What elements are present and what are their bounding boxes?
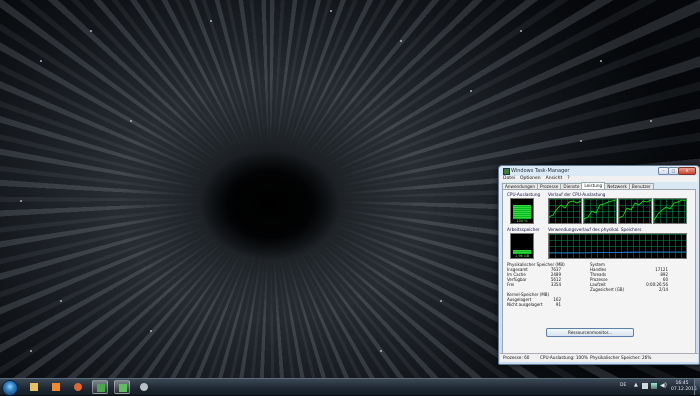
star	[60, 300, 62, 302]
taskbar: DE ▲ ◀) 16:45 07.12.2015	[0, 378, 700, 396]
cpu-usage-value: 100 %	[516, 219, 528, 223]
close-button[interactable]: ✕	[678, 167, 696, 175]
star	[330, 10, 332, 12]
show-desktop-button[interactable]	[694, 379, 700, 395]
cpu-core-line-2	[584, 199, 616, 220]
star	[650, 120, 652, 122]
status-cpu: CPU-Auslastung: 100%	[540, 355, 588, 360]
star	[30, 350, 32, 352]
task-manager-window[interactable]: Windows Task-Manager – □ ✕ Datei Optione…	[498, 165, 700, 365]
resource-monitor-button[interactable]: Ressourcenmonitor...	[546, 328, 634, 337]
menu-ansicht[interactable]: Ansicht	[546, 176, 563, 182]
task-manager-icon	[119, 384, 127, 392]
cpu-core-line-1	[549, 200, 581, 218]
star	[520, 30, 522, 32]
memory-history-label: Verwendungsverlauf des physikal. Speiche…	[548, 227, 642, 232]
star	[150, 330, 152, 332]
star	[600, 60, 602, 62]
clock-time[interactable]: 16:45	[671, 381, 693, 386]
status-memory: Physikalischer Speicher: 26%	[590, 355, 652, 360]
menu-help[interactable]: ?	[567, 176, 569, 182]
taskbar-task-manager-button[interactable]	[114, 380, 130, 394]
taskbar-explorer-button[interactable]	[26, 380, 42, 394]
cpu-core-graph-3	[618, 198, 652, 224]
media-player-icon	[52, 383, 60, 391]
star	[470, 90, 472, 92]
cpu-history-label: Verlauf der CPU-Auslastung	[548, 192, 606, 197]
memory-history-graph	[548, 233, 687, 259]
window-titlebar[interactable]: Windows Task-Manager – □ ✕	[499, 166, 699, 175]
tray-expand-icon[interactable]: ▲	[634, 382, 638, 388]
explorer-icon	[30, 383, 38, 391]
memory-meter: 1,96 GB	[510, 233, 534, 259]
taskbar-media-button[interactable]	[48, 380, 64, 394]
cpu-usage-meter: 100 %	[510, 198, 534, 224]
cpu-core-graph-1	[548, 198, 582, 224]
menu-datei[interactable]: Datei	[503, 176, 515, 182]
system-row-value: 2/14	[659, 287, 668, 292]
star	[130, 120, 132, 122]
task-manager-app-icon	[503, 168, 510, 175]
taskbar-solitaire-button[interactable]	[92, 380, 108, 394]
star	[20, 200, 22, 202]
cpu-core-graph-2	[583, 198, 617, 224]
cpu-core-line-3	[619, 199, 651, 219]
cpu-core-graph-4	[653, 198, 687, 224]
kernel-row-label: Nicht ausgelagert	[507, 302, 543, 307]
star	[440, 300, 442, 302]
action-center-icon[interactable]	[642, 383, 648, 389]
system-block: System Handles 17121 Threads 892 Prozesse 6…	[590, 262, 668, 292]
star	[90, 30, 92, 32]
cpu-usage-bar	[513, 205, 531, 219]
cpu-core-line-4	[654, 199, 686, 221]
star	[400, 40, 402, 42]
firefox-icon	[74, 383, 82, 391]
star	[580, 140, 582, 142]
volume-icon[interactable]: ◀)	[660, 383, 667, 389]
star	[40, 60, 42, 62]
taskbar-firefox-button[interactable]	[70, 380, 86, 394]
language-indicator[interactable]: DE	[620, 383, 626, 388]
network-icon[interactable]	[651, 383, 657, 389]
phys-row-label: Frei	[507, 282, 515, 287]
star	[380, 350, 382, 352]
memory-history-line	[549, 251, 686, 254]
status-bar: Prozesse: 60 CPU-Auslastung: 100% Physik…	[500, 353, 698, 362]
window-title: Windows Task-Manager	[511, 168, 570, 174]
menu-optionen[interactable]: Optionen	[520, 176, 541, 182]
status-processes: Prozesse: 60	[503, 355, 530, 360]
kernel-row-value: 91	[555, 302, 561, 307]
taskbar-app-button[interactable]	[136, 380, 152, 394]
system-row-label: Zugesichert (GB)	[590, 287, 625, 292]
memory-value: 1,96 GB	[514, 254, 530, 258]
clock-date[interactable]: 07.12.2015	[671, 387, 697, 392]
performance-panel: CPU-Auslastung 100 % Verlauf der CPU-Aus…	[502, 189, 696, 354]
solitaire-icon	[97, 384, 105, 392]
memory-label: Arbeitsspeicher	[507, 227, 540, 232]
app-icon	[140, 383, 148, 391]
cpu-usage-label: CPU-Auslastung	[507, 192, 541, 197]
physical-memory-block: Physikalischer Speicher (MB) Insgesamt 76…	[507, 262, 567, 307]
star	[210, 20, 212, 22]
phys-row-value: 3354	[550, 282, 561, 287]
